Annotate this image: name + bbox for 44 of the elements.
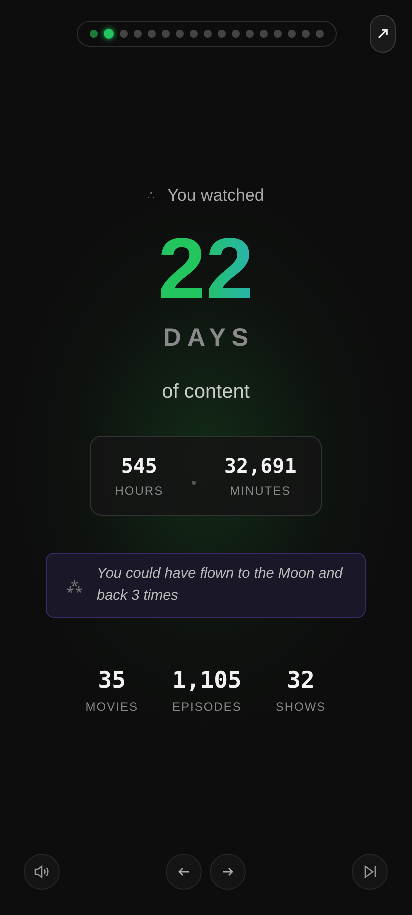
progress-dot[interactable]	[246, 30, 254, 38]
stat-label: MINUTES	[230, 484, 292, 498]
stat-label: HOURS	[115, 484, 164, 498]
progress-dot[interactable]	[204, 30, 212, 38]
skip-button[interactable]	[352, 854, 388, 890]
stat-value: 1,105	[172, 668, 242, 694]
separator-dot	[192, 481, 196, 485]
stat-label: SHOWS	[276, 700, 326, 714]
progress-dot[interactable]	[302, 30, 310, 38]
stat-label: EPISODES	[172, 700, 242, 714]
caption-text: of content	[162, 381, 250, 404]
stat-value: 32	[287, 668, 315, 694]
progress-dot[interactable]	[104, 29, 114, 39]
intro-text: You watched	[168, 186, 264, 206]
stat-value: 35	[98, 668, 126, 694]
progress-dot[interactable]	[232, 30, 240, 38]
progress-dot[interactable]	[90, 30, 98, 38]
sparkle-icon: ⁂	[67, 576, 83, 595]
sparkle-icon: ∴	[148, 189, 156, 203]
stat-label: MOVIES	[86, 700, 138, 714]
days-label: DAYS	[162, 324, 255, 353]
sound-button[interactable]	[24, 854, 60, 890]
progress-dot[interactable]	[148, 30, 156, 38]
stat-value: 32,691	[224, 454, 297, 478]
stat-value: 545	[121, 454, 158, 478]
progress-dot[interactable]	[274, 30, 282, 38]
speaker-icon	[34, 865, 50, 879]
progress-dot[interactable]	[316, 30, 324, 38]
progress-dot[interactable]	[218, 30, 226, 38]
skip-icon	[364, 865, 376, 879]
progress-dot[interactable]	[162, 30, 170, 38]
fact-text: You could have flown to the Moon and back 3 times	[97, 565, 344, 606]
previous-button[interactable]	[166, 854, 202, 890]
share-button[interactable]	[370, 15, 396, 53]
progress-dot[interactable]	[190, 30, 198, 38]
progress-dot[interactable]	[260, 30, 268, 38]
progress-dot[interactable]	[120, 30, 128, 38]
progress-dot[interactable]	[134, 30, 142, 38]
arrow-left-icon	[178, 867, 190, 877]
next-button[interactable]	[210, 854, 246, 890]
progress-dot[interactable]	[288, 30, 296, 38]
arrow-up-right-icon	[377, 28, 389, 40]
arrow-right-icon	[222, 867, 234, 877]
progress-dot[interactable]	[176, 30, 184, 38]
